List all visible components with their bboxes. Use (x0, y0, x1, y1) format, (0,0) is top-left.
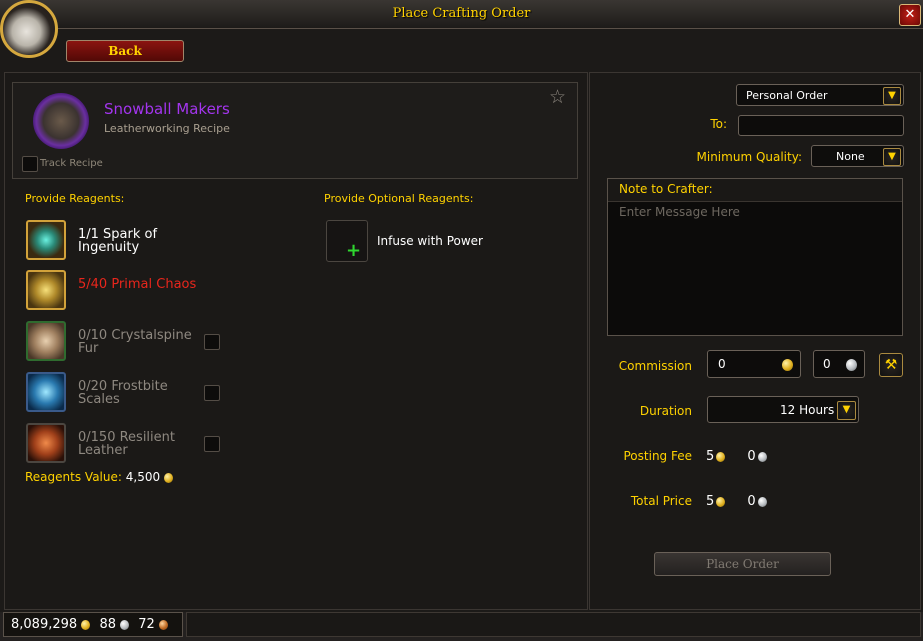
total-price-gold: 5 (706, 494, 715, 509)
resilient-leather-icon[interactable] (26, 423, 66, 463)
reagent-frostbite-scales: 0/20 Frostbite Scales (78, 379, 168, 407)
resilient-leather-checkbox[interactable] (204, 436, 220, 452)
frostbite-scales-checkbox[interactable] (204, 385, 220, 401)
frostbite-scales-icon[interactable] (26, 372, 66, 412)
commission-gold-value: 0 (718, 357, 726, 371)
recipient-input[interactable] (738, 115, 904, 136)
order-type-dropdown[interactable]: Personal Order ▼ (736, 84, 904, 106)
silver-coin-icon (846, 359, 857, 371)
duration-dropdown[interactable]: 12 Hours ▼ (707, 396, 859, 423)
money-gold: 8,089,298 (11, 617, 78, 632)
gold-coin-icon (81, 619, 91, 630)
order-type-value: Personal Order (746, 89, 828, 102)
note-to-crafter-box[interactable]: Note to Crafter: Enter Message Here (607, 178, 903, 336)
close-button[interactable]: ✕ (899, 4, 921, 26)
silver-coin-icon (757, 496, 767, 507)
spark-of-ingenuity-icon[interactable] (26, 220, 66, 260)
reagent-crystalspine-fur: 0/10 Crystalspine Fur (78, 328, 192, 356)
commission-gold-input[interactable]: 0 (707, 350, 801, 378)
money-copper: 72 (138, 617, 155, 632)
commission-label: Commission (618, 359, 692, 373)
posting-fee-label: Posting Fee (623, 449, 693, 463)
reagent-resilient-leather: 0/150 Resilient Leather (78, 430, 175, 458)
money-silver: 88 (99, 617, 116, 632)
player-portrait (0, 0, 58, 58)
commission-silver-input[interactable]: 0 (813, 350, 865, 378)
gold-coin-icon (163, 472, 173, 483)
min-quality-label: Minimum Quality: (696, 150, 802, 164)
money-display: 8,089,298 88 72 (3, 612, 183, 637)
optional-slot-label: Infuse with Power (377, 234, 483, 248)
gold-coin-icon (716, 496, 726, 507)
commission-silver-value: 0 (823, 357, 831, 371)
duration-value: 12 Hours (780, 403, 835, 417)
note-placeholder: Enter Message Here (619, 205, 740, 219)
window-title: Place Crafting Order (392, 6, 531, 21)
crystalspine-fur-checkbox[interactable] (204, 334, 220, 350)
back-button[interactable]: Back (66, 40, 184, 62)
total-price-amount: 5 0 (706, 494, 767, 509)
reagents-value-label: Reagents Value: (25, 470, 122, 484)
duration-label: Duration (639, 404, 692, 418)
recipe-subtitle: Leatherworking Recipe (104, 122, 230, 135)
track-recipe-label: Track Recipe (40, 158, 103, 169)
min-quality-value: None (836, 150, 865, 163)
copper-coin-icon (158, 619, 168, 630)
gold-coin-icon (716, 451, 726, 462)
reagents-value-amount: 4,500 (125, 470, 161, 484)
total-price-silver: 0 (747, 494, 756, 509)
chevron-down-icon: ▼ (883, 87, 901, 105)
reagent-primal-chaos: 5/40 Primal Chaos (78, 277, 197, 292)
posting-fee-gold: 5 (706, 449, 715, 464)
provide-optional-reagents-label: Provide Optional Reagents: (324, 192, 474, 205)
note-header: Note to Crafter: (608, 179, 902, 202)
posting-fee-silver: 0 (747, 449, 756, 464)
title-bar: Place Crafting Order (0, 0, 923, 29)
add-plus-icon: + (346, 240, 362, 261)
track-recipe-checkbox[interactable] (22, 156, 38, 172)
note-label: Note to Crafter: (619, 182, 713, 196)
min-quality-dropdown[interactable]: None ▼ (811, 145, 904, 167)
reagent-spark-of-ingenuity: 1/1 Spark of Ingenuity (78, 227, 158, 255)
money-bar-extension (186, 612, 921, 637)
to-label: To: (710, 117, 727, 131)
chevron-down-icon: ▼ (837, 401, 856, 420)
crystalspine-fur-icon[interactable] (26, 321, 66, 361)
reagents-value: Reagents Value: 4,500 (25, 470, 173, 484)
chevron-down-icon: ▼ (883, 148, 901, 166)
favorite-star-icon[interactable]: ☆ (549, 86, 566, 108)
hammer-icon[interactable]: ⚒ (879, 353, 903, 377)
posting-fee-amount: 5 0 (706, 449, 767, 464)
gold-coin-icon (782, 359, 793, 371)
provide-reagents-label: Provide Reagents: (25, 192, 125, 205)
recipe-name[interactable]: Snowball Makers (104, 100, 230, 118)
place-order-button[interactable]: Place Order (654, 552, 831, 576)
total-price-label: Total Price (630, 494, 692, 508)
primal-chaos-icon[interactable] (26, 270, 66, 310)
silver-coin-icon (757, 451, 767, 462)
silver-coin-icon (120, 619, 130, 630)
snowball-makers-icon[interactable] (33, 93, 89, 149)
